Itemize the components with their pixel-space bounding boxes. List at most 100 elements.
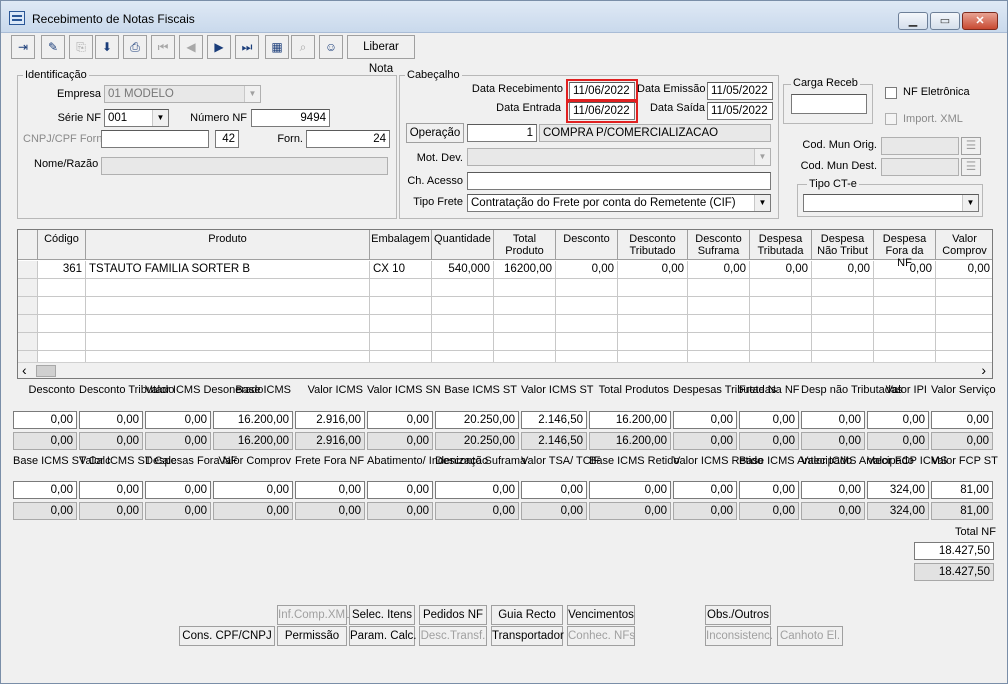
last-record-icon[interactable]: ⏭ (235, 35, 259, 59)
forn-input[interactable]: 24 (306, 130, 390, 148)
spreadsheet-icon[interactable]: ▦ (265, 35, 289, 59)
cod-mun-dest-input[interactable] (881, 158, 959, 176)
guia-recto-button[interactable]: Guia Recto (491, 605, 563, 625)
grid-header-quantidade[interactable]: Quantidade (432, 230, 494, 260)
import-xml-checkbox[interactable] (885, 113, 897, 125)
row-selector[interactable] (18, 261, 38, 279)
table-cell[interactable] (936, 333, 992, 351)
permissao-button[interactable]: Permissão (277, 626, 347, 646)
table-cell[interactable] (432, 297, 494, 315)
data-entrada-input[interactable]: 11/06/2022 (566, 99, 638, 123)
ch-acesso-input[interactable] (467, 172, 771, 190)
table-cell[interactable] (936, 279, 992, 297)
liberar-nota-button[interactable]: Liberar Nota (347, 35, 415, 75)
horizontal-scrollbar[interactable]: ‹ › (18, 362, 992, 378)
nome-razao-input[interactable] (101, 157, 388, 175)
grid-header-codigo[interactable]: Código (38, 230, 86, 260)
table-cell[interactable] (812, 279, 874, 297)
table-cell[interactable] (432, 315, 494, 333)
row-selector[interactable] (18, 297, 38, 315)
tipo-frete-select[interactable]: Contratação do Frete por conta do Remete… (467, 194, 771, 212)
table-cell[interactable]: 0,00 (688, 261, 750, 279)
scroll-left-icon[interactable]: ‹ (22, 363, 27, 377)
list-icon[interactable]: ☰ (961, 137, 981, 155)
transportador-button[interactable]: Transportador (491, 626, 564, 646)
grid-header-total-produto[interactable]: Total Produto (494, 230, 556, 260)
table-cell[interactable] (812, 333, 874, 351)
table-cell[interactable] (556, 333, 618, 351)
maximize-button[interactable]: ▭ (930, 12, 960, 30)
table-cell[interactable] (750, 315, 812, 333)
table-cell[interactable] (750, 297, 812, 315)
carga-receb-input[interactable] (791, 94, 867, 114)
table-cell[interactable] (936, 315, 992, 333)
products-grid[interactable]: Código Produto Embalagem Quantidade Tota… (17, 229, 993, 379)
grid-header-produto[interactable]: Produto (86, 230, 370, 260)
tipo-cte-select[interactable]: ▼ (803, 194, 979, 212)
selec-itens-button[interactable]: Selec. Itens (349, 605, 415, 625)
table-cell[interactable] (812, 315, 874, 333)
param-calc-button[interactable]: Param. Calc. (349, 626, 416, 646)
pedidos-nf-button[interactable]: Pedidos NF (419, 605, 487, 625)
table-cell[interactable] (38, 333, 86, 351)
next-record-icon[interactable]: ▶ (207, 35, 231, 59)
table-cell[interactable]: 361 (38, 261, 86, 279)
table-cell[interactable] (370, 279, 432, 297)
grid-header-desconto-tributado[interactable]: Desconto Tributado (618, 230, 688, 260)
cons-cpf-cnpj-button[interactable]: Cons. CPF/CNPJ (179, 626, 275, 646)
cod-mun-orig-input[interactable] (881, 137, 959, 155)
table-cell[interactable]: 0,00 (556, 261, 618, 279)
table-cell[interactable] (86, 333, 370, 351)
table-cell[interactable] (874, 315, 936, 333)
first-record-icon[interactable]: ⏮ (151, 35, 175, 59)
table-cell[interactable] (432, 279, 494, 297)
table-cell[interactable]: 0,00 (812, 261, 874, 279)
table-cell[interactable] (86, 315, 370, 333)
table-cell[interactable]: CX 10 (370, 261, 432, 279)
table-cell[interactable]: TSTAUTO FAMILIA SORTER B (86, 261, 370, 279)
row-selector[interactable] (18, 333, 38, 351)
table-cell[interactable] (370, 333, 432, 351)
table-cell[interactable] (618, 297, 688, 315)
data-emissao-input[interactable]: 11/05/2022 (707, 82, 773, 100)
grid-header-despesa-fora-nf[interactable]: Despesa Fora da NF (874, 230, 936, 269)
table-cell[interactable]: 0,00 (936, 261, 992, 279)
table-cell[interactable] (494, 315, 556, 333)
cnpj-number-input[interactable]: 42 (215, 130, 239, 148)
table-cell[interactable] (618, 279, 688, 297)
scrollbar-thumb[interactable] (36, 365, 56, 377)
table-cell[interactable] (38, 279, 86, 297)
table-cell[interactable] (874, 333, 936, 351)
close-button[interactable]: ✕ (962, 12, 998, 30)
grid-header-desconto[interactable]: Desconto (556, 230, 618, 260)
row-selector[interactable] (18, 279, 38, 297)
scroll-right-icon[interactable]: › (981, 363, 986, 377)
exit-icon[interactable]: ⇥ (11, 35, 35, 59)
print-icon[interactable]: ⎙ (123, 35, 147, 59)
data-recebimento-input[interactable]: 11/06/2022 (566, 79, 638, 103)
table-cell[interactable] (750, 279, 812, 297)
desc-transf-button[interactable]: Desc.Transf. (419, 626, 487, 646)
table-cell[interactable] (370, 297, 432, 315)
table-cell[interactable] (688, 315, 750, 333)
copy-icon[interactable]: ⎘ (69, 35, 93, 59)
table-cell[interactable] (86, 297, 370, 315)
table-cell[interactable] (86, 279, 370, 297)
minimize-button[interactable]: ▁ (898, 12, 928, 30)
table-cell[interactable] (38, 297, 86, 315)
table-cell[interactable] (688, 279, 750, 297)
user-search-icon[interactable]: ☺ (319, 35, 343, 59)
empresa-select[interactable]: 01 MODELO ▼ (104, 85, 261, 103)
table-cell[interactable]: 540,000 (432, 261, 494, 279)
table-cell[interactable] (556, 279, 618, 297)
binoculars-icon[interactable]: ⌕ (291, 35, 315, 59)
table-cell[interactable] (874, 279, 936, 297)
grid-header-valor-comprov[interactable]: Valor Comprov (936, 230, 992, 260)
table-cell[interactable] (370, 315, 432, 333)
table-cell[interactable] (936, 297, 992, 315)
cnpj-input[interactable] (101, 130, 209, 148)
numero-nf-input[interactable]: 9494 (251, 109, 330, 127)
table-cell[interactable] (494, 279, 556, 297)
grid-header-desconto-suframa[interactable]: Desconto Suframa (688, 230, 750, 260)
serie-select[interactable]: 001 ▼ (104, 109, 169, 127)
